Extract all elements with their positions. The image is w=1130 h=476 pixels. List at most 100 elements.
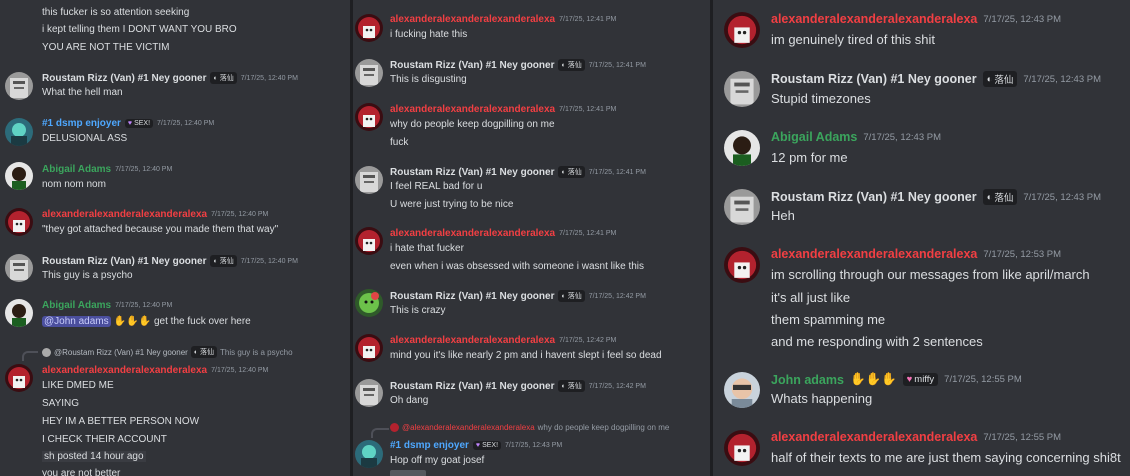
avatar[interactable] (355, 289, 383, 317)
role-tag: ◐ 落仙 (558, 290, 585, 302)
username[interactable]: Abigail Adams (42, 300, 111, 311)
chat-panel-right[interactable]: alexanderalexanderalexanderalexa 7/17/25… (710, 0, 1130, 476)
message-header: alexanderalexanderalexanderalexa 7/17/25… (390, 228, 616, 239)
reply-text: This guy is a psycho (220, 347, 293, 357)
avatar[interactable] (355, 166, 383, 194)
avatar[interactable] (5, 162, 33, 190)
image-attachment[interactable] (390, 470, 426, 476)
avatar[interactable] (724, 430, 760, 466)
avatar[interactable] (724, 372, 760, 408)
username[interactable]: Abigail Adams (42, 164, 111, 175)
role-tag: ◐ 落仙 (210, 72, 237, 84)
small-avatar-icon (390, 423, 399, 432)
avatar[interactable] (355, 14, 383, 42)
message-text: "they got attached because you made them… (42, 224, 279, 235)
moon-icon: ◐ (193, 348, 199, 356)
message-text: This is crazy (390, 305, 446, 316)
username[interactable]: alexanderalexanderalexanderalexa (771, 430, 977, 444)
heart-icon: ♥ (475, 442, 481, 449)
avatar[interactable] (355, 440, 383, 468)
role-tag: ◐ 落仙 (558, 380, 585, 392)
message-content: @John adams ✋✋✋ get the fuck over here (42, 316, 251, 327)
message-header: #1 dsmp enjoyer ♥ SEX! 7/17/25, 12:40 PM (42, 118, 214, 129)
username[interactable]: Roustam Rizz (Van) #1 Ney gooner (771, 190, 977, 204)
avatar[interactable] (724, 247, 760, 283)
reply-username: @alexanderalexanderalexanderalexa (402, 423, 535, 432)
avatar[interactable] (724, 12, 760, 48)
heart-icon: ♥ (127, 120, 133, 127)
timestamp: 7/17/25, 12:41 PM (559, 230, 617, 237)
moon-icon: ◐ (213, 257, 218, 265)
username[interactable]: alexanderalexanderalexanderalexa (771, 12, 977, 26)
user-mention[interactable]: @John adams (42, 316, 111, 327)
username[interactable]: alexanderalexanderalexanderalexa (771, 247, 977, 261)
moon-icon: ◐ (213, 74, 218, 82)
chat-panel-left[interactable]: this fucker is so attention seeking i ke… (0, 0, 350, 476)
avatar[interactable] (5, 364, 33, 392)
moon-icon: ◐ (561, 382, 566, 390)
chat-panel-middle[interactable]: alexanderalexanderalexanderalexa 7/17/25… (350, 0, 710, 476)
avatar[interactable] (355, 379, 383, 407)
message-header: alexanderalexanderalexanderalexa 7/17/25… (390, 104, 616, 115)
username[interactable]: alexanderalexanderalexanderalexa (390, 335, 555, 346)
username[interactable]: alexanderalexanderalexanderalexa (390, 14, 555, 25)
reply-preview[interactable]: @alexanderalexanderalexanderalexa why do… (390, 423, 669, 432)
avatar[interactable] (355, 103, 383, 131)
username[interactable]: Roustam Rizz (Van) #1 Ney gooner (390, 60, 554, 71)
timestamp: 7/17/25, 12:42 PM (588, 292, 646, 300)
username[interactable]: Roustam Rizz (Van) #1 Ney gooner (390, 167, 554, 178)
avatar[interactable] (5, 72, 33, 100)
username[interactable]: Roustam Rizz (Van) #1 Ney gooner (390, 381, 554, 392)
username[interactable]: alexanderalexanderalexanderalexa (42, 365, 207, 376)
avatar[interactable] (5, 118, 33, 146)
message-text: I feel REAL bad for u (390, 181, 483, 192)
username[interactable]: Abigail Adams (771, 130, 857, 144)
username[interactable]: alexanderalexanderalexanderalexa (390, 228, 555, 239)
username[interactable]: John adams (771, 373, 844, 387)
username[interactable]: alexanderalexanderalexanderalexa (42, 209, 207, 220)
hand-emoji-icon: ✋✋✋ (113, 316, 151, 327)
message-header: alexanderalexanderalexanderalexa 7/17/25… (771, 247, 1061, 261)
timestamp: 7/17/25, 12:55 PM (944, 374, 1022, 385)
message-text: Whats happening (771, 391, 873, 406)
timestamp: 7/17/25, 12:40 PM (115, 302, 173, 309)
message-text: half of their texts to me are just them … (771, 450, 1121, 465)
message-text: why do people keep dogpilling on me (390, 119, 555, 130)
timestamp: 7/17/25, 12:43 PM (1023, 73, 1102, 85)
message-text: im genuinely tired of this shit (771, 32, 936, 47)
avatar[interactable] (355, 334, 383, 362)
message-header: alexanderalexanderalexanderalexa 7/17/25… (42, 209, 268, 220)
message-text: DELUSIONAL ASS (42, 133, 128, 144)
username[interactable]: Roustam Rizz (Van) #1 Ney gooner (390, 291, 554, 302)
message-header: John adams ✋✋✋ ♥ miffy 7/17/25, 12:55 PM (771, 372, 1022, 387)
role-tag: ♥ SEX! (124, 119, 154, 128)
avatar[interactable] (355, 227, 383, 255)
message-text: i kept telling them I DONT WANT YOU BRO (42, 24, 237, 35)
avatar[interactable] (724, 189, 760, 225)
message-text: you are not better (42, 468, 121, 476)
timestamp: 7/17/25, 12:42 PM (559, 337, 617, 344)
username[interactable]: Roustam Rizz (Van) #1 Ney gooner (42, 73, 206, 84)
username[interactable]: #1 dsmp enjoyer (390, 440, 469, 451)
username[interactable]: #1 dsmp enjoyer (42, 118, 121, 129)
avatar[interactable] (5, 299, 33, 327)
reply-preview[interactable]: @Roustam Rizz (Van) #1 Ney gooner ◐ 落仙 Th… (42, 346, 293, 358)
timestamp: 7/17/25, 12:42 PM (588, 382, 646, 390)
moon-icon: ◐ (561, 61, 566, 69)
reply-text: why do people keep dogpilling on me (537, 423, 670, 432)
username[interactable]: alexanderalexanderalexanderalexa (390, 104, 555, 115)
avatar[interactable] (724, 71, 760, 107)
avatar[interactable] (5, 208, 33, 236)
username[interactable]: Roustam Rizz (Van) #1 Ney gooner (771, 72, 977, 86)
role-tag: ◐ 落仙 (190, 346, 218, 358)
role-tag: ◐ 落仙 (210, 255, 237, 267)
timestamp: 7/17/25, 12:41 PM (588, 168, 646, 176)
avatar[interactable] (724, 130, 760, 166)
username[interactable]: Roustam Rizz (Van) #1 Ney gooner (42, 256, 206, 267)
timestamp: 7/17/25, 12:40 PM (115, 166, 173, 173)
avatar[interactable] (355, 59, 383, 87)
hand-emoji-icon: ✋✋✋ (849, 372, 897, 386)
avatar[interactable] (5, 254, 33, 282)
message-text: im scrolling through our messages from l… (771, 267, 1090, 282)
message-text: U were just trying to be nice (390, 199, 514, 210)
